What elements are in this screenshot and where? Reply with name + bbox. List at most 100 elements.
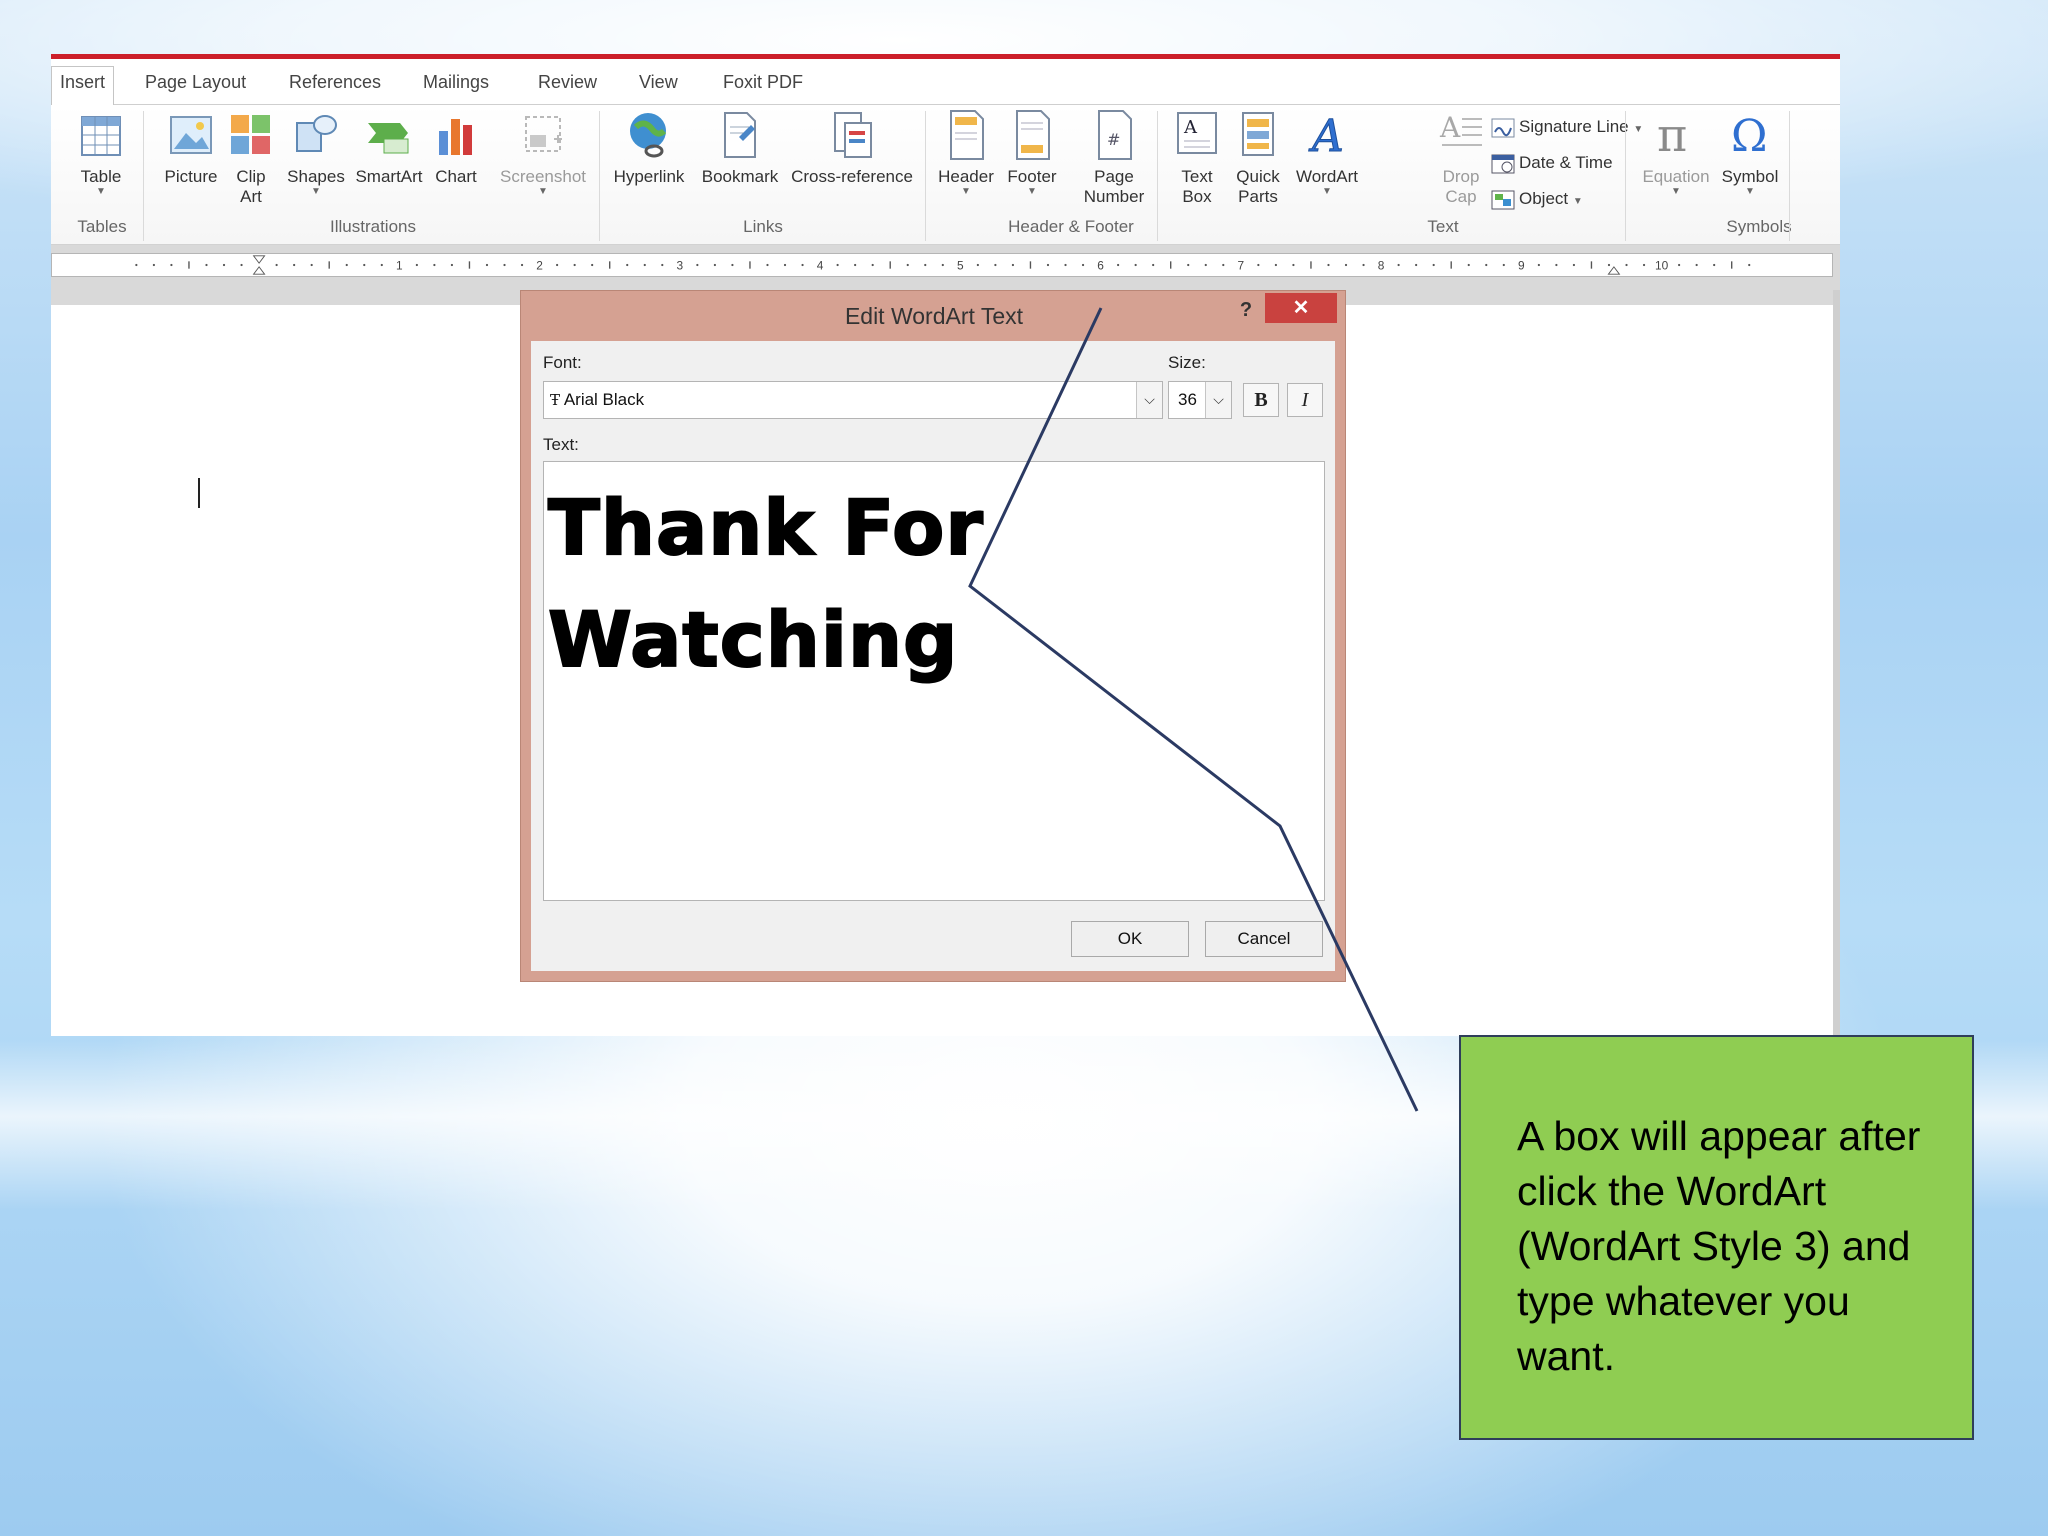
tab-mailings[interactable]: Mailings (415, 67, 497, 105)
tab-references[interactable]: References (281, 67, 389, 105)
chevron-down-icon[interactable]: ⌵ (1205, 382, 1231, 418)
equation-button[interactable]: π Equation ▼ (1635, 109, 1717, 197)
header-button[interactable]: Header ▼ (931, 109, 1001, 197)
dropdown-caret-icon: ▼ (1572, 196, 1583, 207)
bookmark-button[interactable]: Bookmark (695, 109, 785, 187)
ruler-dot (661, 263, 664, 267)
dropdown-caret-icon: ▼ (96, 186, 106, 197)
hanging-indent-marker[interactable] (252, 266, 266, 275)
shapes-button[interactable]: Shapes ▼ (279, 109, 353, 197)
date-time-button[interactable]: Date & Time (1491, 149, 1613, 177)
group-separator (1157, 111, 1158, 241)
first-line-indent-marker[interactable] (252, 255, 266, 264)
table-button[interactable]: Table ▼ (61, 109, 141, 197)
tab-page-layout[interactable]: Page Layout (137, 67, 254, 105)
truetype-font-icon: Ŧ (550, 391, 561, 409)
chart-button[interactable]: Chart (425, 109, 487, 187)
hyperlink-button[interactable]: Hyperlink (609, 109, 689, 187)
ruler-number: 2 (536, 259, 543, 273)
size-label: Size: (1168, 353, 1206, 372)
cancel-button[interactable]: Cancel (1205, 921, 1323, 957)
svg-text:A: A (1439, 111, 1461, 144)
symbol-button[interactable]: Ω Symbol ▼ (1715, 109, 1785, 197)
tab-review[interactable]: Review (530, 67, 605, 105)
wordart-text-input[interactable]: Thank For Watching (543, 461, 1325, 901)
ruler-number: 8 (1378, 259, 1385, 273)
quick-parts-button[interactable]: Quick Parts (1225, 109, 1291, 207)
ruler-dot (170, 263, 173, 267)
picture-icon (170, 116, 212, 154)
signature-icon (1491, 118, 1515, 138)
cross-reference-button[interactable]: Cross-reference (787, 109, 917, 187)
text-box-icon: A (1177, 112, 1217, 154)
font-select[interactable]: Ŧ Arial Black ⌵ (543, 381, 1163, 419)
ruler-dot (573, 263, 576, 267)
ruler-dot (1432, 263, 1435, 267)
help-button[interactable]: ? (1231, 295, 1261, 325)
horizontal-ruler[interactable]: 1 2 3 4 5 6 7 8 9 10 (51, 253, 1833, 277)
hyperlink-icon (630, 113, 667, 158)
svg-text:A: A (1183, 117, 1198, 138)
group-label-links: Links (743, 217, 783, 236)
ruler-dot (433, 263, 436, 267)
ruler-dot (520, 263, 524, 267)
ruler-dot (1678, 263, 1681, 267)
object-button[interactable]: Object ▼ (1491, 185, 1583, 213)
screenshot-button[interactable]: Screenshot ▼ (491, 109, 595, 197)
bold-button[interactable]: B (1243, 383, 1279, 417)
dropdown-caret-icon: ▼ (538, 186, 548, 197)
ruler-number: 6 (1097, 259, 1104, 273)
table-icon (81, 116, 121, 156)
ruler-dot (1695, 263, 1698, 267)
italic-button[interactable]: I (1287, 383, 1323, 417)
tab-insert[interactable]: Insert (51, 66, 115, 106)
ruler-dot (1502, 263, 1505, 267)
ruler-dot (345, 263, 348, 267)
close-button[interactable]: ✕ (1265, 293, 1337, 323)
group-separator (599, 111, 600, 241)
drop-cap-button[interactable]: A Drop Cap (1431, 109, 1491, 207)
ok-button[interactable]: OK (1071, 921, 1189, 957)
ruler-dot (1485, 263, 1488, 267)
ruler-dot (1046, 263, 1050, 267)
size-select[interactable]: 36 ⌵ (1168, 381, 1232, 419)
wordart-button[interactable]: A WordArt ▼ (1291, 109, 1363, 197)
dropdown-caret-icon: ▼ (1671, 186, 1681, 197)
clip-art-button[interactable]: Clip Art (221, 109, 281, 207)
ruler-dot (1415, 263, 1418, 267)
group-label-tables: Tables (77, 217, 127, 236)
ruler-dot (1748, 263, 1751, 267)
ruler-number: 5 (957, 259, 964, 273)
ruler-dot (1327, 263, 1330, 267)
ruler-dot (1064, 263, 1067, 267)
ruler-dot (503, 263, 506, 267)
ruler-dot (293, 263, 296, 267)
text-box-button[interactable]: A Text Box (1165, 109, 1229, 207)
group-separator (143, 111, 144, 241)
dialog-title: Edit WordArt Text (844, 303, 1024, 329)
ruler-dot (1081, 263, 1085, 267)
ruler-dot (1222, 263, 1225, 267)
page-number-icon: # (1098, 110, 1132, 160)
tab-foxit-pdf[interactable]: Foxit PDF (715, 67, 811, 105)
dropdown-caret-icon: ▼ (1027, 186, 1037, 197)
bookmark-icon (724, 112, 756, 158)
picture-button[interactable]: Picture (151, 109, 231, 187)
callout-text: A box will appear after click the WordAr… (1517, 1113, 1921, 1379)
group-label-illustrations: Illustrations (330, 217, 416, 236)
smartart-button[interactable]: SmartArt (351, 109, 427, 187)
ruler-dot (871, 263, 874, 267)
dropdown-caret-icon: ▼ (1745, 186, 1755, 197)
chevron-down-icon[interactable]: ⌵ (1136, 382, 1162, 418)
ruler-dot (1257, 263, 1260, 267)
signature-line-button[interactable]: Signature Line ▼ (1491, 113, 1643, 141)
ruler-dot (713, 263, 716, 267)
right-indent-marker[interactable] (1607, 266, 1621, 275)
page-number-button[interactable]: # Page Number (1071, 109, 1157, 207)
footer-button[interactable]: Footer ▼ (997, 109, 1067, 197)
svg-text:π: π (1657, 109, 1687, 161)
page-shadow (1833, 290, 1840, 1036)
tab-view[interactable]: View (631, 67, 686, 105)
ruler-dot (1362, 263, 1365, 267)
ruler-dot (415, 263, 418, 267)
